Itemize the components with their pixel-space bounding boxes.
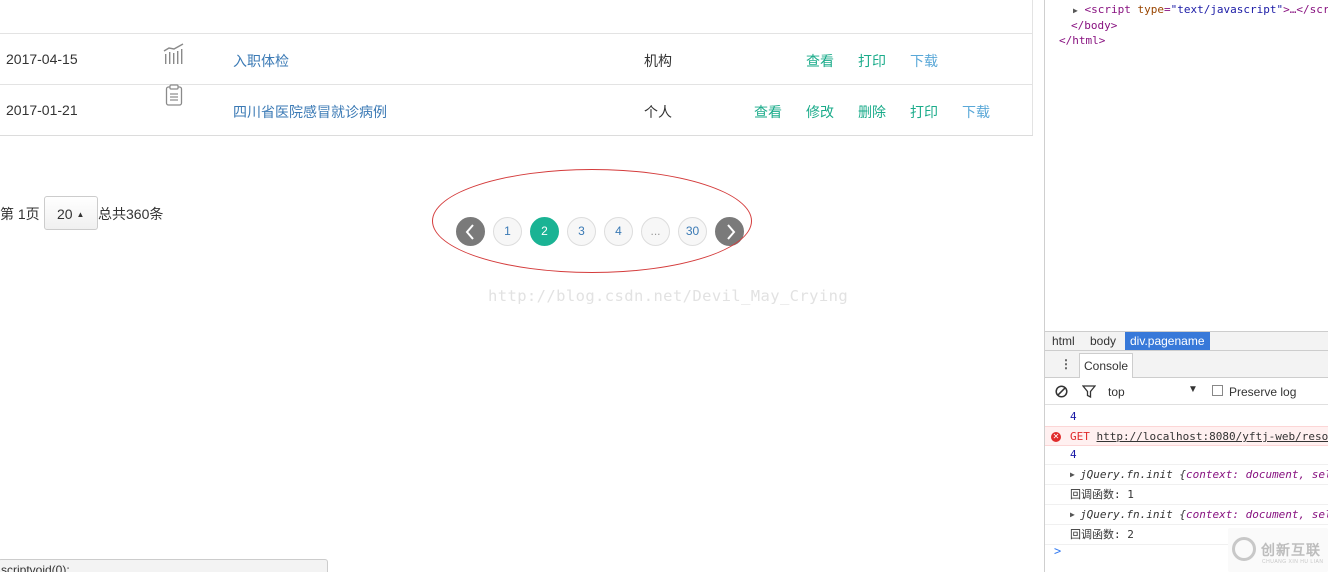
- breadcrumb: html body div.pagename: [1045, 331, 1328, 351]
- preserve-log-label: Preserve log: [1229, 385, 1297, 399]
- web-page: 2017-04-15 入职体检 机构 查看 打印 下载 2017-01-21 四…: [0, 0, 1044, 572]
- record-name-link[interactable]: 四川省医院感冒就诊病例: [233, 102, 387, 122]
- table-row: 2017-01-21 四川省医院感冒就诊病例 个人 查看 修改 删除 打印 下载: [0, 84, 1033, 136]
- pager-total: 总共360条: [98, 206, 164, 222]
- object-value: : document, sel: [1232, 468, 1328, 481]
- object-label: jQuery.fn.init {: [1080, 508, 1186, 521]
- attr-value: "text/javascript": [1170, 3, 1284, 16]
- object-value: : document, sel: [1232, 508, 1328, 521]
- expand-triangle-icon[interactable]: ▶: [1070, 505, 1075, 525]
- clipboard-icon: [165, 84, 183, 109]
- console-toolbar: top ▼ Preserve log: [1045, 378, 1328, 405]
- row-type: 机构: [644, 53, 672, 69]
- console-object[interactable]: ▶ jQuery.fn.init {context: document, sel: [1045, 465, 1328, 485]
- watermark: http://blog.csdn.net/Devil_May_Crying: [488, 287, 849, 305]
- print-button[interactable]: 打印: [910, 102, 938, 122]
- print-button[interactable]: 打印: [858, 51, 886, 71]
- preserve-log-checkbox[interactable]: [1212, 385, 1223, 396]
- tab-console[interactable]: Console: [1079, 353, 1134, 378]
- download-button[interactable]: 下载: [962, 102, 990, 122]
- object-label: jQuery.fn.init {: [1080, 468, 1186, 481]
- bar-chart-icon: [163, 42, 185, 69]
- delete-button[interactable]: 删除: [858, 102, 886, 122]
- page-size-select[interactable]: 20 ▲: [44, 196, 98, 230]
- table-border: [1032, 0, 1033, 135]
- tag-name: script: [1091, 3, 1131, 16]
- attr-name: type: [1137, 3, 1164, 16]
- screen: 2017-04-15 入职体检 机构 查看 打印 下载 2017-01-21 四…: [0, 0, 1328, 572]
- filter-icon[interactable]: [1082, 385, 1096, 398]
- status-bar: scriptvoid(0);: [0, 559, 328, 572]
- dom-node-body-close[interactable]: </body>: [1071, 19, 1117, 32]
- error-url-link[interactable]: http://localhost:8080/yftj-web/reso: [1097, 430, 1328, 443]
- elements-tree: ▶ <script type="text/javascript">…</scri…: [1045, 0, 1328, 331]
- more-menu-icon[interactable]: ⋮: [1060, 357, 1072, 371]
- clear-console-icon[interactable]: [1055, 385, 1068, 398]
- error-icon: ✕: [1051, 432, 1061, 442]
- row-date: 2017-01-21: [6, 102, 78, 118]
- row-type: 个人: [644, 104, 672, 120]
- site-logo: 创新互联 CHUANG XIN HU LIAN: [1228, 528, 1328, 572]
- console-prompt[interactable]: >: [1054, 544, 1061, 558]
- tag-tail: >…</scri: [1283, 3, 1328, 16]
- row-date: 2017-04-15: [6, 51, 78, 67]
- object-key: context: [1185, 508, 1233, 521]
- dropdown-arrow-icon[interactable]: ▼: [1188, 384, 1198, 395]
- dom-node-html-close[interactable]: </html>: [1059, 34, 1105, 47]
- logo-mark-icon: [1232, 537, 1256, 561]
- record-name-link[interactable]: 入职体检: [233, 51, 289, 71]
- view-button[interactable]: 查看: [754, 102, 782, 122]
- records-table: 2017-04-15 入职体检 机构 查看 打印 下载 2017-01-21 四…: [0, 33, 1033, 136]
- console-message: 回调函数: 1: [1045, 485, 1328, 505]
- annotation-ellipse: [432, 169, 752, 273]
- logo-title: 创新互联: [1261, 543, 1321, 559]
- page-size-value: 20: [57, 206, 73, 222]
- dom-node-script[interactable]: ▶ <script type="text/javascript">…</scri: [1073, 3, 1328, 16]
- logo-subtitle: CHUANG XIN HU LIAN: [1262, 559, 1324, 565]
- edit-button[interactable]: 修改: [806, 102, 834, 122]
- expand-triangle-icon[interactable]: ▶: [1073, 6, 1078, 15]
- pager-prefix: 第 1页: [0, 206, 40, 222]
- table-row: 2017-04-15 入职体检 机构 查看 打印 下载: [0, 34, 1033, 85]
- breadcrumb-selected[interactable]: div.pagename: [1125, 332, 1210, 350]
- expand-triangle-icon[interactable]: ▶: [1070, 465, 1075, 485]
- download-button[interactable]: 下载: [910, 51, 938, 71]
- console-message: 4: [1045, 445, 1328, 465]
- console-message: 4: [1045, 407, 1328, 427]
- view-button[interactable]: 查看: [806, 51, 834, 71]
- caret-up-icon: ▲: [76, 210, 85, 219]
- error-method: GET: [1070, 430, 1090, 443]
- console-error: ✕ GET http://localhost:8080/yftj-web/res…: [1045, 426, 1328, 446]
- breadcrumb-html[interactable]: html: [1052, 334, 1075, 348]
- drawer-tabs: ⋮ Console: [1045, 351, 1328, 378]
- console-object[interactable]: ▶ jQuery.fn.init {context: document, sel: [1045, 505, 1328, 525]
- context-select[interactable]: top: [1108, 385, 1125, 399]
- breadcrumb-body[interactable]: body: [1090, 334, 1116, 348]
- object-key: context: [1185, 468, 1233, 481]
- devtools-panel: ▶ <script type="text/javascript">…</scri…: [1044, 0, 1328, 572]
